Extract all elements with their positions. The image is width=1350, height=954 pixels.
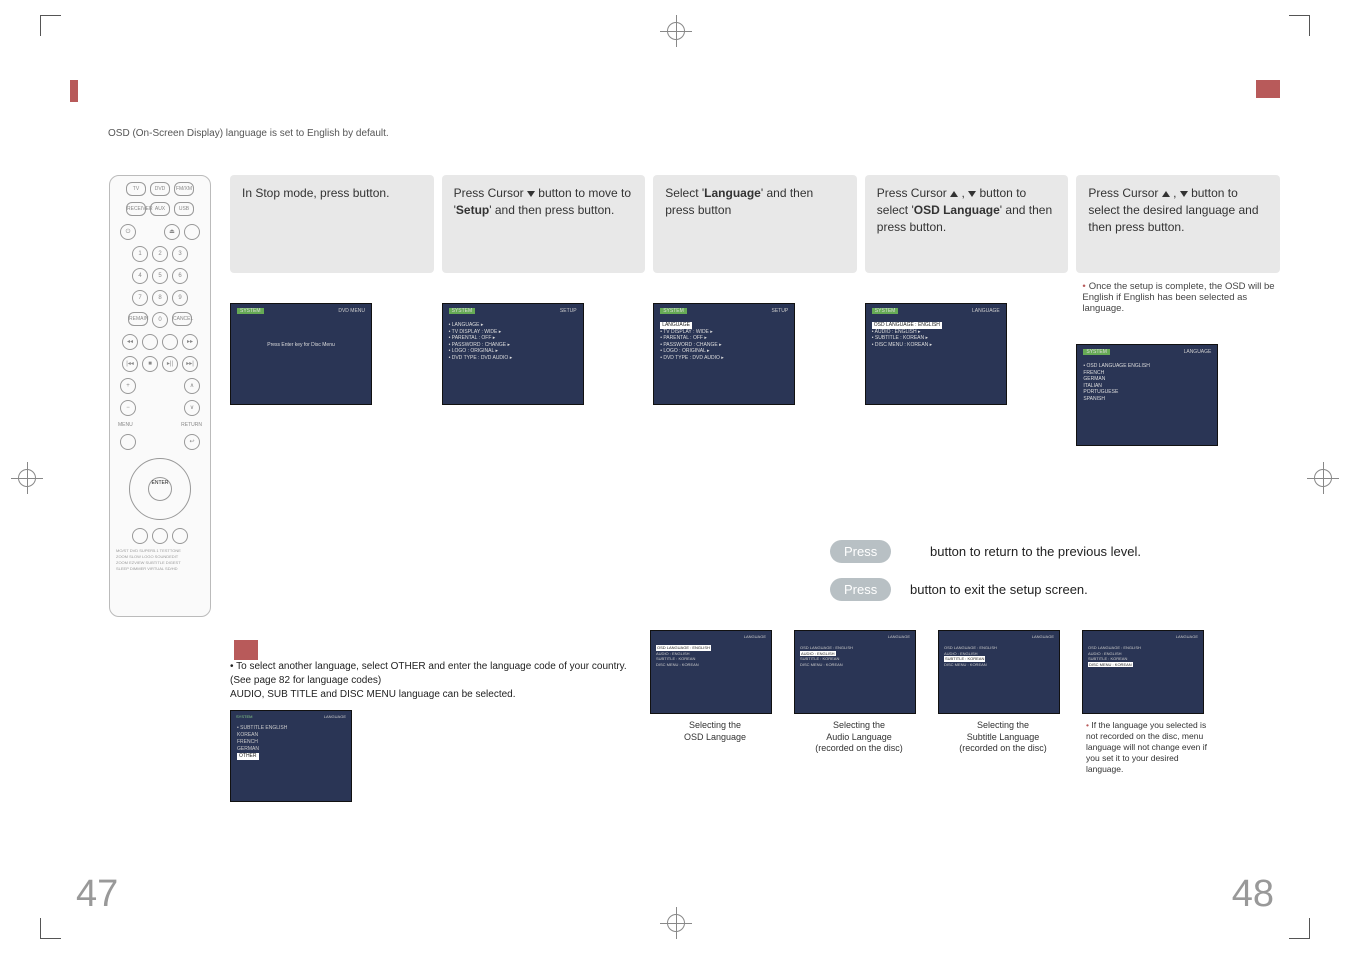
press-text: button to return to the previous level. (930, 544, 1141, 559)
register-mark (18, 469, 36, 487)
page-number: 48 (1232, 873, 1274, 916)
intro-text: OSD (On-Screen Display) language is set … (108, 128, 389, 139)
remote-illustration: TV DVD FM/XM RECEIVER AUX USB ⏻ ⏏ 123 456 789… (100, 175, 220, 617)
remote-btn: 1 (132, 246, 148, 262)
remote-btn: ◂◂ (122, 334, 138, 350)
register-mark (667, 22, 685, 40)
step-1: In Stop mode, press button. SYSTEMDVD ME… (230, 175, 434, 617)
remote-btn (132, 528, 148, 544)
page-number: 47 (76, 873, 118, 916)
remote-btn: USB (174, 202, 194, 216)
lower-text: • To select another language, select OTH… (230, 660, 650, 674)
mini-col: LANGUAGEOSD LANGUAGE : ENGLISHAUDIO : EN… (794, 630, 924, 802)
remote-btn: 5 (152, 268, 168, 284)
dpad: ENTER (129, 458, 191, 520)
crop-mark (1289, 918, 1310, 939)
mini-col: LANGUAGEOSD LANGUAGE : ENGLISHAUDIO : EN… (650, 630, 780, 802)
remote-btn (162, 334, 178, 350)
stop-icon: ■ (142, 356, 158, 372)
register-mark (1314, 469, 1332, 487)
enter-button: ENTER (148, 477, 172, 501)
remote-btn: 0 (152, 312, 168, 328)
play-icon: ▸|| (162, 356, 178, 372)
remote-btn (184, 224, 200, 240)
remote-btn: CANCEL (172, 312, 192, 326)
remote-btn (142, 334, 158, 350)
remote-btn: |◂◂ (122, 356, 138, 372)
step-3: Select 'Language' and then press button … (653, 175, 857, 617)
press-text: button to exit the setup screen. (910, 582, 1088, 597)
cursor-up-icon (1162, 191, 1170, 197)
remote-btn: 4 (132, 268, 148, 284)
remote-btn (152, 528, 168, 544)
return-icon: ↩ (184, 434, 200, 450)
lower-left: • To select another language, select OTH… (230, 630, 650, 802)
lower-text: AUDIO, SUB TITLE and DISC MENU language … (230, 688, 650, 702)
mini-col: LANGUAGEOSD LANGUAGE : ENGLISHAUDIO : EN… (1082, 630, 1212, 802)
cursor-down-icon (527, 191, 535, 197)
remote-btn: − (120, 400, 136, 416)
remote-btn: 2 (152, 246, 168, 262)
section-tab (70, 80, 78, 102)
crop-mark (40, 918, 61, 939)
osd-screenshot: SYSTEMLANGUAGE • OSD LANGUAGE ENGLISH FR… (1076, 344, 1218, 446)
section-tab-right (1256, 80, 1280, 98)
crop-mark (1289, 15, 1310, 36)
remote-btn: 9 (172, 290, 188, 306)
crop-mark (40, 15, 61, 36)
cursor-down-icon (968, 191, 976, 197)
osd-screenshot: SYSTEM LANGUAGE • SUBTITLE ENGLISH KOREA… (230, 710, 352, 802)
remote-btn: ▸▸ (182, 334, 198, 350)
register-mark (667, 914, 685, 932)
power-icon: ⏻ (120, 224, 136, 240)
remote-btn: AUX (150, 202, 170, 216)
lower-text: (See page 82 for language codes) (230, 674, 650, 688)
eject-icon: ⏏ (164, 224, 180, 240)
menu-icon (120, 434, 136, 450)
remote-btn: RECEIVER (126, 202, 146, 216)
cursor-down-icon (1180, 191, 1188, 197)
remote-btn: FM/XM (174, 182, 194, 196)
remote-btn: 8 (152, 290, 168, 306)
remote-btn: + (120, 378, 136, 394)
remote-btn: TV (126, 182, 146, 196)
remote-btn: ▸▸| (182, 356, 198, 372)
remote-btn (172, 528, 188, 544)
press-pill: Press (830, 578, 891, 601)
remote-btn: REMAIN (128, 312, 148, 326)
press-pill: Press (830, 540, 891, 563)
osd-screenshot: SYSTEMSETUP LANGUAGE• TV DISPLAY : WIDE … (653, 303, 795, 405)
remote-btn: ∨ (184, 400, 200, 416)
remote-btn: 7 (132, 290, 148, 306)
remote-btn: 3 (172, 246, 188, 262)
remote-btn: DVD (150, 182, 170, 196)
label: RETURN (181, 422, 202, 428)
remote-btn: 6 (172, 268, 188, 284)
osd-screenshot: SYSTEMLANGUAGE OSD LANGUAGE : ENGLISH• A… (865, 303, 1007, 405)
note-text: Once the setup is complete, the OSD will… (1082, 281, 1274, 314)
osd-screenshot: SYSTEMSETUP • LANGUAGE ▸• TV DISPLAY : W… (442, 303, 584, 405)
remote-labels: MO/ST DVD SUPER5.1 TESTTONEZOOM SLOW LOG… (110, 544, 210, 576)
mini-col: LANGUAGEOSD LANGUAGE : ENGLISHAUDIO : EN… (938, 630, 1068, 802)
footnote: If the language you selected is not reco… (1086, 720, 1207, 774)
osd-screenshot: SYSTEMDVD MENU Press Enter key for Disc … (230, 303, 372, 405)
label: MENU (118, 422, 133, 428)
cursor-up-icon (950, 191, 958, 197)
remote-btn: ∧ (184, 378, 200, 394)
step-2: Press Cursor button to move to 'Setup' a… (442, 175, 646, 617)
